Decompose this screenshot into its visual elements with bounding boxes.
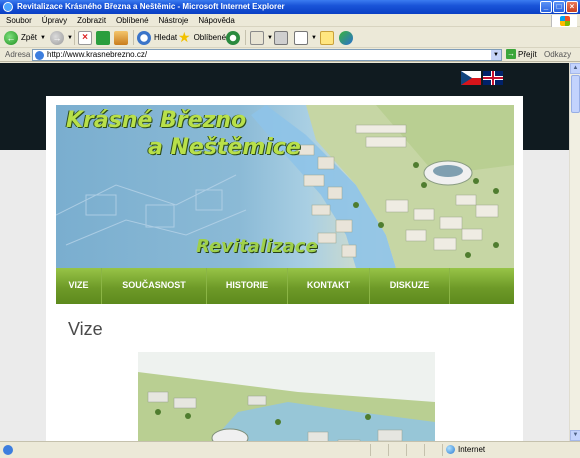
menu-edit[interactable]: Úpravy	[42, 14, 67, 27]
mail-icon	[250, 30, 264, 45]
address-bar: Adresa http://www.krasnebrezno.cz/ ▼ → P…	[0, 48, 580, 62]
status-cell	[406, 444, 422, 456]
toolbar-separator	[245, 30, 246, 45]
home-icon	[114, 30, 128, 45]
favorites-label: Oblíbené	[193, 33, 227, 42]
windows-logo-icon	[551, 15, 577, 27]
menu-help[interactable]: Nápověda	[198, 14, 234, 27]
menu-file[interactable]: Soubor	[6, 14, 32, 27]
title-bar: Revitalizace Krásného Března a Neštěmic …	[0, 0, 580, 14]
forward-button[interactable]: → ▼	[50, 29, 73, 46]
security-zone: Internet	[446, 445, 485, 454]
window-title: Revitalizace Krásného Března a Neštěmic …	[17, 2, 285, 11]
ie-icon	[3, 2, 13, 12]
edit-dropdown-icon[interactable]: ▼	[311, 35, 317, 41]
close-button[interactable]: ×	[566, 1, 578, 13]
forward-arrow-icon: →	[50, 30, 64, 45]
status-bar: Internet	[0, 441, 580, 458]
nav-soucasnost[interactable]: SOUČASNOST	[102, 268, 207, 304]
toolbar-separator	[133, 30, 134, 45]
vision-image	[138, 352, 435, 441]
favorites-button[interactable]: ★ Oblíbené	[178, 29, 226, 46]
print-icon	[274, 30, 288, 45]
page-title: Vize	[68, 319, 103, 339]
globe-icon	[446, 445, 455, 454]
edit-icon	[294, 30, 308, 45]
history-icon	[226, 30, 240, 45]
nav-kontakt[interactable]: KONTAKT	[288, 268, 370, 304]
discuss-button[interactable]	[320, 29, 334, 46]
stop-button[interactable]: ×	[78, 29, 92, 46]
mail-dropdown-icon[interactable]: ▼	[267, 35, 273, 41]
browser-viewport: Krásné Březno a Neštěmice Revitalizace V…	[0, 63, 569, 441]
menu-favorites[interactable]: Oblíbené	[116, 14, 148, 27]
messenger-icon	[339, 30, 353, 45]
print-button[interactable]	[274, 29, 288, 46]
search-label: Hledat	[154, 33, 178, 42]
stop-icon: ×	[78, 30, 92, 45]
menu-bar: Soubor Úpravy Zobrazit Oblíbené Nástroje…	[0, 14, 580, 27]
go-arrow-icon: →	[506, 49, 516, 59]
status-page-icon	[3, 445, 13, 455]
links-button[interactable]: Odkazy	[544, 50, 571, 59]
discuss-icon	[320, 30, 334, 45]
edit-button[interactable]: ▼	[294, 29, 317, 46]
messenger-button[interactable]	[339, 29, 353, 46]
site-nav: VIZE SOUČASNOST HISTORIE KONTAKT DISKUZE	[56, 268, 514, 304]
back-label: Zpět	[21, 33, 38, 42]
history-button[interactable]	[226, 29, 240, 46]
status-cell	[424, 444, 440, 456]
scroll-down-icon[interactable]: ▼	[570, 430, 580, 441]
go-label: Přejít	[518, 49, 537, 59]
go-button[interactable]: → Přejít	[506, 49, 537, 59]
refresh-button[interactable]	[96, 29, 110, 46]
vision-render-illustration	[138, 372, 435, 441]
status-cell	[370, 444, 386, 456]
hero-banner: Krásné Březno a Neštěmice Revitalizace	[56, 105, 514, 268]
status-cell	[388, 444, 404, 456]
search-button[interactable]: Hledat	[137, 29, 177, 46]
nav-vize[interactable]: VIZE	[56, 268, 102, 304]
nav-historie[interactable]: HISTORIE	[207, 268, 288, 304]
scroll-thumb[interactable]	[571, 75, 580, 113]
uk-flag-icon[interactable]	[483, 71, 503, 85]
nav-diskuze[interactable]: DISKUZE	[370, 268, 450, 304]
hero-title-line1: Krásné Březno	[66, 108, 247, 133]
page-icon	[35, 51, 44, 60]
back-dropdown-icon[interactable]: ▼	[40, 35, 46, 41]
star-icon: ★	[178, 29, 191, 45]
maximize-button[interactable]: □	[553, 1, 565, 13]
hero-subtitle: Revitalizace	[196, 236, 318, 257]
address-input[interactable]: http://www.krasnebrezno.cz/ ▼	[32, 49, 502, 61]
zone-label: Internet	[458, 445, 486, 454]
menu-tools[interactable]: Nástroje	[159, 14, 189, 27]
refresh-icon	[96, 30, 110, 45]
address-label: Adresa	[5, 50, 31, 59]
address-url: http://www.krasnebrezno.cz/	[47, 50, 148, 59]
address-dropdown-icon[interactable]: ▼	[491, 50, 501, 60]
back-button[interactable]: ← Zpět ▼	[4, 29, 46, 46]
minimize-button[interactable]: _	[540, 1, 552, 13]
vertical-scrollbar[interactable]: ▲ ▼	[569, 63, 580, 441]
mail-button[interactable]: ▼	[250, 29, 273, 46]
forward-dropdown-icon[interactable]: ▼	[67, 35, 73, 41]
home-button[interactable]	[114, 29, 128, 46]
search-icon	[137, 30, 151, 45]
back-arrow-icon: ←	[4, 30, 18, 45]
toolbar: ← Zpět ▼ → ▼ × Hledat ★ Oblíbené ▼ ▼	[0, 27, 580, 48]
czech-flag-icon[interactable]	[461, 71, 481, 85]
page-container: Krásné Březno a Neštěmice Revitalizace V…	[46, 96, 523, 441]
menu-view[interactable]: Zobrazit	[77, 14, 106, 27]
toolbar-separator	[74, 30, 75, 45]
scroll-up-icon[interactable]: ▲	[570, 63, 580, 74]
hero-title-line2: a Neštěmice	[148, 135, 301, 160]
